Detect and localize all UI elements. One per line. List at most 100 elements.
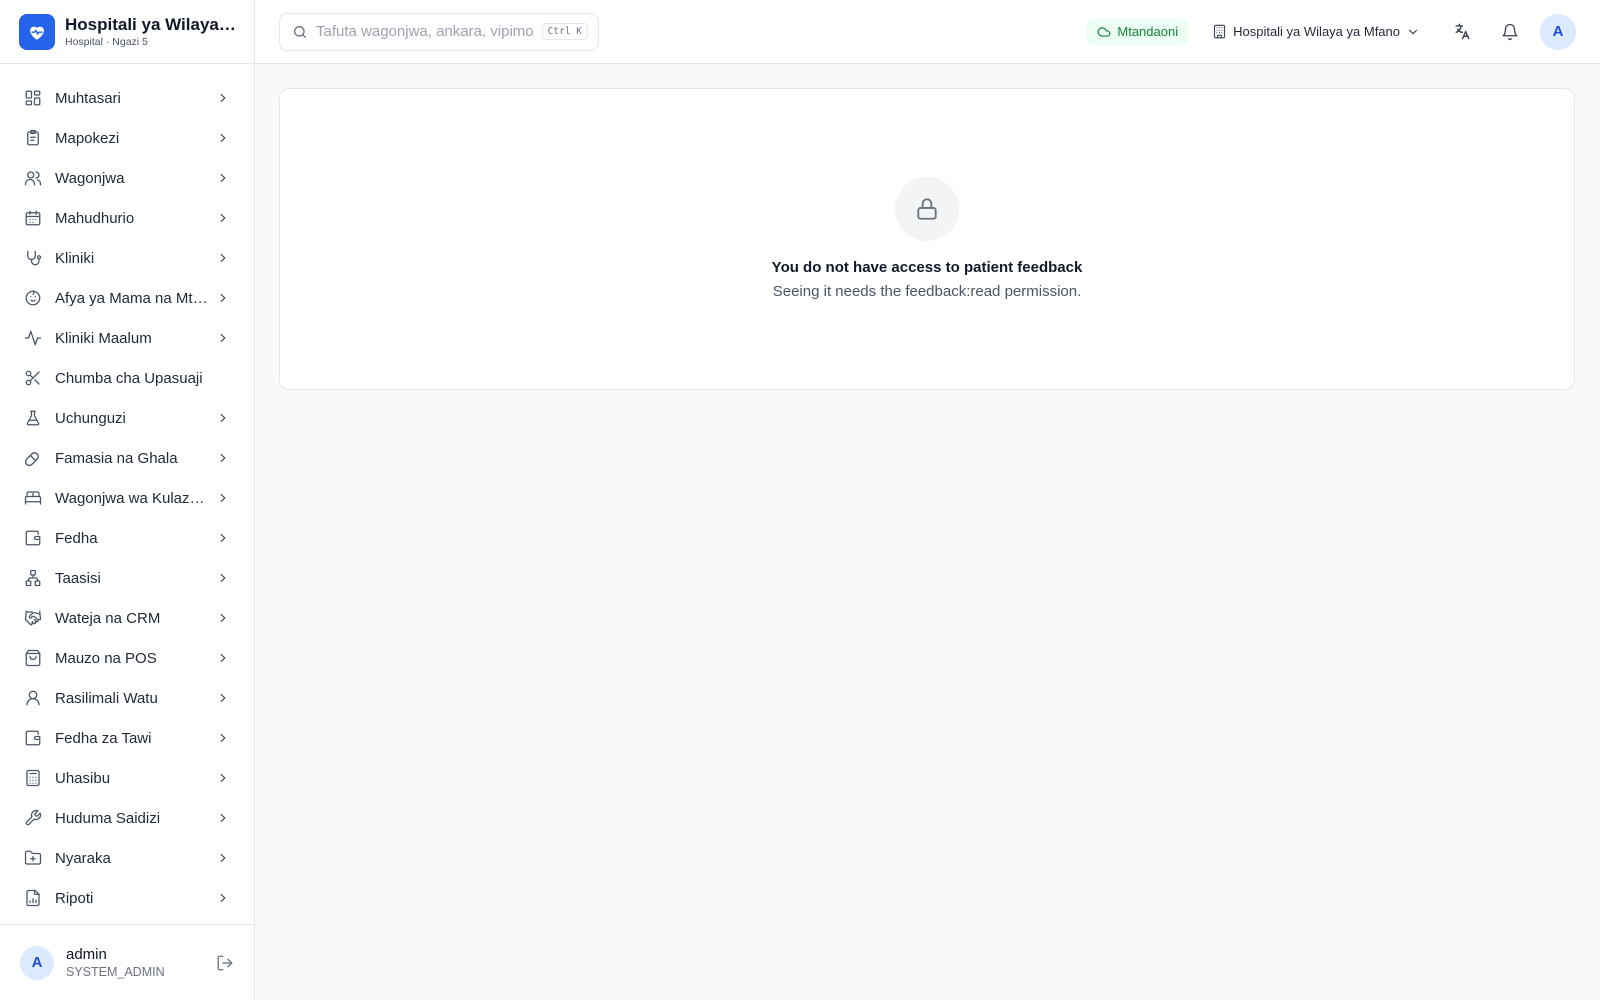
search-icon [292,24,308,40]
sidebar-item-huduma-saidizi[interactable]: Huduma Saidizi [0,798,254,838]
sidebar-item-label: Wagonjwa wa Kulazwa [55,489,208,507]
chevron-right-icon [216,531,230,545]
sidebar-item-label: Wateja na CRM [55,609,161,627]
wallet-icon [24,529,42,547]
scissors-icon [24,369,42,387]
cloud-icon [1097,25,1111,39]
wallet-icon [24,729,42,747]
sidebar-item-wagonjwa[interactable]: Wagonjwa [0,158,254,198]
sidebar-item-fedha[interactable]: Fedha [0,518,254,558]
sidebar-item-mahudhurio[interactable]: Mahudhurio [0,198,254,238]
chevron-right-icon [216,891,230,905]
sidebar-item-label: Taasisi [55,569,101,587]
sidebar-item-label: Mahudhurio [55,209,135,227]
status-label: Mtandaoni [1117,24,1179,39]
brand-header[interactable]: Hospitali ya Wilaya ya Mfano Hospital · … [0,0,254,64]
sidebar-item-nyaraka[interactable]: Nyaraka [0,838,254,878]
chevron-right-icon [216,571,230,585]
facility-selector[interactable]: Hospitali ya Wilaya ya Mfano [1212,24,1420,39]
access-denied-description: Seeing it needs the feedback:read permis… [772,283,1082,300]
network-icon [24,569,42,587]
search-input[interactable] [316,23,534,40]
sidebar-item-muhtasari[interactable]: Muhtasari [0,78,254,118]
chevron-down-icon [1406,25,1420,39]
sidebar-item-label: Wagonjwa [55,169,125,187]
sidebar-item-mauzo-na-pos[interactable]: Mauzo na POS [0,638,254,678]
sidebar-item-label: Huduma Saidizi [55,809,161,827]
chevron-right-icon [216,91,230,105]
sidebar-item-ripoti[interactable]: Ripoti [0,878,254,918]
sidebar-item-label: Famasia na Ghala [55,449,178,467]
chevron-right-icon [216,691,230,705]
sidebar-item-afya-ya-mama-na-mtoto[interactable]: Afya ya Mama na Mtoto [0,278,254,318]
access-denied-title: You do not have access to patient feedba… [771,259,1083,276]
chevron-right-icon [216,171,230,185]
chevron-right-icon [216,411,230,425]
shopping-bag-icon [24,649,42,667]
report-icon [24,889,42,907]
chevron-right-icon [216,811,230,825]
language-button[interactable] [1444,14,1480,50]
stethoscope-icon [24,249,42,267]
brand-name: Hospitali ya Wilaya ya Mfano [65,15,237,34]
wrench-icon [24,809,42,827]
logout-icon[interactable] [216,954,234,972]
chevron-right-icon [216,491,230,505]
brand-subtitle: Hospital · Ngazi 5 [65,36,148,48]
chevron-right-icon [216,731,230,745]
calendar-icon [24,209,42,227]
sidebar-item-label: Ripoti [55,889,94,907]
clipboard-icon [24,129,42,147]
notifications-button[interactable] [1492,14,1528,50]
translate-icon [1453,22,1472,41]
chevron-right-icon [216,331,230,345]
sidebar-item-kliniki[interactable]: Kliniki [0,238,254,278]
chevron-right-icon [216,451,230,465]
sidebar-item-label: Mauzo na POS [55,649,157,667]
user-avatar[interactable]: A [20,945,54,980]
chevron-right-icon [216,291,230,305]
users-icon [24,169,42,187]
sidebar-item-wateja-na-crm[interactable]: Wateja na CRM [0,598,254,638]
handshake-icon [24,609,42,627]
heart-logo-icon [19,13,55,50]
building-icon [1212,24,1227,39]
sidebar-item-label: Kliniki [55,249,95,267]
user-icon [24,689,42,707]
chevron-right-icon [216,611,230,625]
sidebar-item-taasisi[interactable]: Taasisi [0,558,254,598]
chevron-right-icon [216,771,230,785]
online-status-badge: Mtandaoni [1087,18,1189,45]
sidebar-item-mapokezi[interactable]: Mapokezi [0,118,254,158]
lock-icon [895,177,959,241]
profile-avatar[interactable]: A [1540,13,1576,50]
sidebar-item-wagonjwa-wa-kulazwa[interactable]: Wagonjwa wa Kulazwa [0,478,254,518]
sidebar-nav: Muhtasari Mapokezi Wagonjwa Mahudhurio Klini… [0,64,254,924]
sidebar-item-label: Uchunguzi [55,409,126,427]
sidebar-item-label: Chumba cha Upasuaji [55,369,203,387]
folder-icon [24,849,42,867]
bed-icon [24,489,42,507]
shortcut-hint: Ctrl K [541,23,588,40]
sidebar-item-label: Mapokezi [55,129,120,147]
chevron-right-icon [216,251,230,265]
sidebar: Hospitali ya Wilaya ya Mfano Hospital · … [0,0,255,1000]
main-area: Ctrl K Mtandaoni Hospitali ya Wilaya ya … [255,0,1600,1000]
sidebar-item-kliniki-maalum[interactable]: Kliniki Maalum [0,318,254,358]
sidebar-item-famasia-na-ghala[interactable]: Famasia na Ghala [0,438,254,478]
sidebar-item-fedha-za-tawi[interactable]: Fedha za Tawi [0,718,254,758]
facility-label: Hospitali ya Wilaya ya Mfano [1233,24,1400,39]
sidebar-item-uchunguzi[interactable]: Uchunguzi [0,398,254,438]
search-box[interactable]: Ctrl K [279,12,599,51]
pill-icon [24,449,42,467]
access-denied-card: You do not have access to patient feedba… [279,88,1575,390]
content-area: You do not have access to patient feedba… [255,64,1600,414]
topbar: Ctrl K Mtandaoni Hospitali ya Wilaya ya … [255,0,1600,64]
activity-icon [24,329,42,347]
chevron-right-icon [216,211,230,225]
sidebar-item-label: Afya ya Mama na Mtoto [55,289,208,307]
sidebar-item-chumba-cha-upasuaji[interactable]: Chumba cha Upasuaji [0,358,254,398]
sidebar-item-uhasibu[interactable]: Uhasibu [0,758,254,798]
sidebar-item-rasilimali-watu[interactable]: Rasilimali Watu [0,678,254,718]
app-shell: Hospitali ya Wilaya ya Mfano Hospital · … [0,0,1600,1000]
